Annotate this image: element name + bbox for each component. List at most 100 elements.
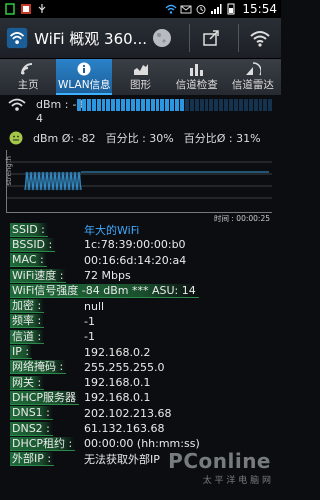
meter-segment (214, 99, 219, 111)
signal-area (25, 172, 81, 190)
app-title: WiFi 概观 360... (34, 29, 147, 48)
meter-segment (189, 99, 194, 111)
wifi-icon (250, 31, 270, 47)
meter-segment (199, 99, 204, 111)
meter-segment (150, 99, 155, 111)
tab-channel-radar[interactable]: 信道雷达 (225, 59, 281, 95)
tab-channel-check[interactable]: 信道检查 (169, 59, 225, 95)
meter-segment (209, 99, 214, 111)
info-key: IP : (10, 345, 33, 360)
meter-segment (81, 99, 86, 111)
bar-chart-icon (189, 64, 203, 76)
signal-meter (77, 99, 273, 111)
info-row: DHCP服务器 192.168.0.1 (0, 390, 281, 405)
info-value: 无法获取外部IP (84, 453, 160, 467)
info-key: 信道 : (10, 329, 45, 344)
usb-icon (38, 4, 46, 13)
info-row: SSID : 年大的WiFi (0, 222, 281, 237)
watermark-logo: PConline (168, 449, 271, 473)
tab-bar: 主页 WLAN信息 图形 信道检查 信道雷达 (0, 59, 281, 95)
info-value: 61.132.163.68 (84, 422, 165, 435)
info-value: 202.102.213.68 (84, 406, 172, 420)
meter-segment (204, 99, 209, 111)
meter-segment (121, 99, 126, 111)
info-key: WiFi信号强度 -84 dBm *** ASU: 14 (10, 283, 199, 298)
info-row: WiFi速度 : 72 Mbps (0, 268, 281, 283)
info-key: BSSID : (10, 237, 56, 252)
wifi-signal-icon (8, 98, 26, 111)
info-key: MAC : (10, 253, 47, 268)
tab-label: 主页 (17, 79, 39, 91)
info-row: IP : 192.168.0.2 (0, 344, 281, 360)
info-row: MAC : 00:16:6d:14:20:a4 (0, 253, 281, 268)
avg-dbm-text: dBm Ø: -82 (33, 131, 96, 145)
meter-segment (234, 99, 238, 111)
info-value: 192.168.0.1 (84, 376, 151, 390)
wifi-tab-icon (21, 63, 33, 75)
tab-wlan-info[interactable]: WLAN信息 (56, 59, 113, 95)
wlan-info-list: SSID : 年大的WiFi BSSID :1c:78:39:00:00:b0 MAC… (0, 222, 281, 467)
status-bar: 15:54 (0, 0, 281, 18)
info-value: 192.168.0.2 (84, 345, 151, 359)
share-button[interactable] (196, 23, 226, 53)
sim-icon (5, 3, 15, 15)
info-row: 网络掩码 : 255.255.255.0 (0, 360, 281, 375)
moon-button[interactable] (147, 23, 177, 53)
percent-text: 百分比 : 30% (105, 132, 174, 145)
divider (189, 24, 190, 52)
dbm-value-suffix: 4 (36, 112, 43, 125)
meter-segment (160, 99, 165, 111)
info-row: BSSID : 1c:78:39:00:00:b0 (0, 237, 281, 252)
status-time: 15:54 (242, 2, 277, 16)
meter-segment (96, 99, 101, 111)
info-key: DNS2 : (10, 421, 53, 436)
info-key: 网络掩码 : (10, 360, 67, 375)
info-key: SSID : (10, 222, 48, 237)
meter-segment (77, 99, 81, 111)
moon-icon (153, 29, 171, 47)
info-value: 年大的WiFi (84, 223, 140, 237)
meter-segment (111, 99, 116, 111)
meter-segment (140, 99, 145, 111)
tab-graph[interactable]: 图形 (112, 59, 168, 95)
info-row: DNS1 : 202.102.213.68 (0, 406, 281, 421)
info-value: 00:16:6d:14:20:a4 (84, 253, 187, 267)
meter-segment (175, 99, 180, 111)
info-row: DNS2 : 61.132.163.68 (0, 421, 281, 436)
info-key: DNS1 : (10, 406, 53, 421)
info-row: 加密 : null (0, 298, 281, 314)
meter-segment (101, 99, 106, 111)
meter-segment (248, 99, 253, 111)
meter-segment (263, 99, 268, 111)
signal-graph: strength 时间 : 00:00:25 (5, 150, 272, 223)
tab-label: 信道雷达 (231, 79, 274, 91)
watermark: PConline 太 平 洋 电 脑 网 (168, 449, 271, 486)
meter-segment (258, 99, 263, 111)
square-notif-icon (21, 4, 31, 14)
watermark-subtitle: 太 平 洋 电 脑 网 (202, 476, 271, 486)
info-key: DHCP租约 : (10, 436, 76, 451)
wifi-button[interactable] (245, 23, 275, 53)
info-key: 加密 : (10, 299, 45, 314)
tab-label: 信道检查 (175, 79, 218, 91)
info-icon (77, 62, 91, 76)
wifi-status-icon (165, 4, 177, 14)
app-logo-icon[interactable] (6, 26, 28, 50)
meter-segment (130, 99, 135, 111)
tab-label: WLAN信息 (58, 79, 111, 91)
percent-avg-text: 百分比Ø : 31% (183, 132, 261, 145)
meter-segment (155, 99, 160, 111)
info-key: 外部IP : (10, 452, 55, 467)
action-bar: WiFi 概观 360... (0, 18, 281, 59)
info-key: DHCP服务器 (10, 390, 80, 405)
signal-strength-row: dBm : -8 4 (0, 98, 281, 126)
share-icon (203, 30, 219, 46)
tab-home[interactable]: 主页 (0, 59, 56, 95)
meter-segment (229, 99, 233, 111)
signal-average-row: dBm Ø: -82 百分比 : 30% 百分比Ø : 31% (0, 130, 281, 146)
info-key: 网关 : (10, 375, 45, 390)
divider (238, 24, 239, 52)
smiley-icon (9, 131, 23, 145)
dbm-label: dBm : (36, 98, 69, 111)
meter-segment (91, 99, 96, 111)
